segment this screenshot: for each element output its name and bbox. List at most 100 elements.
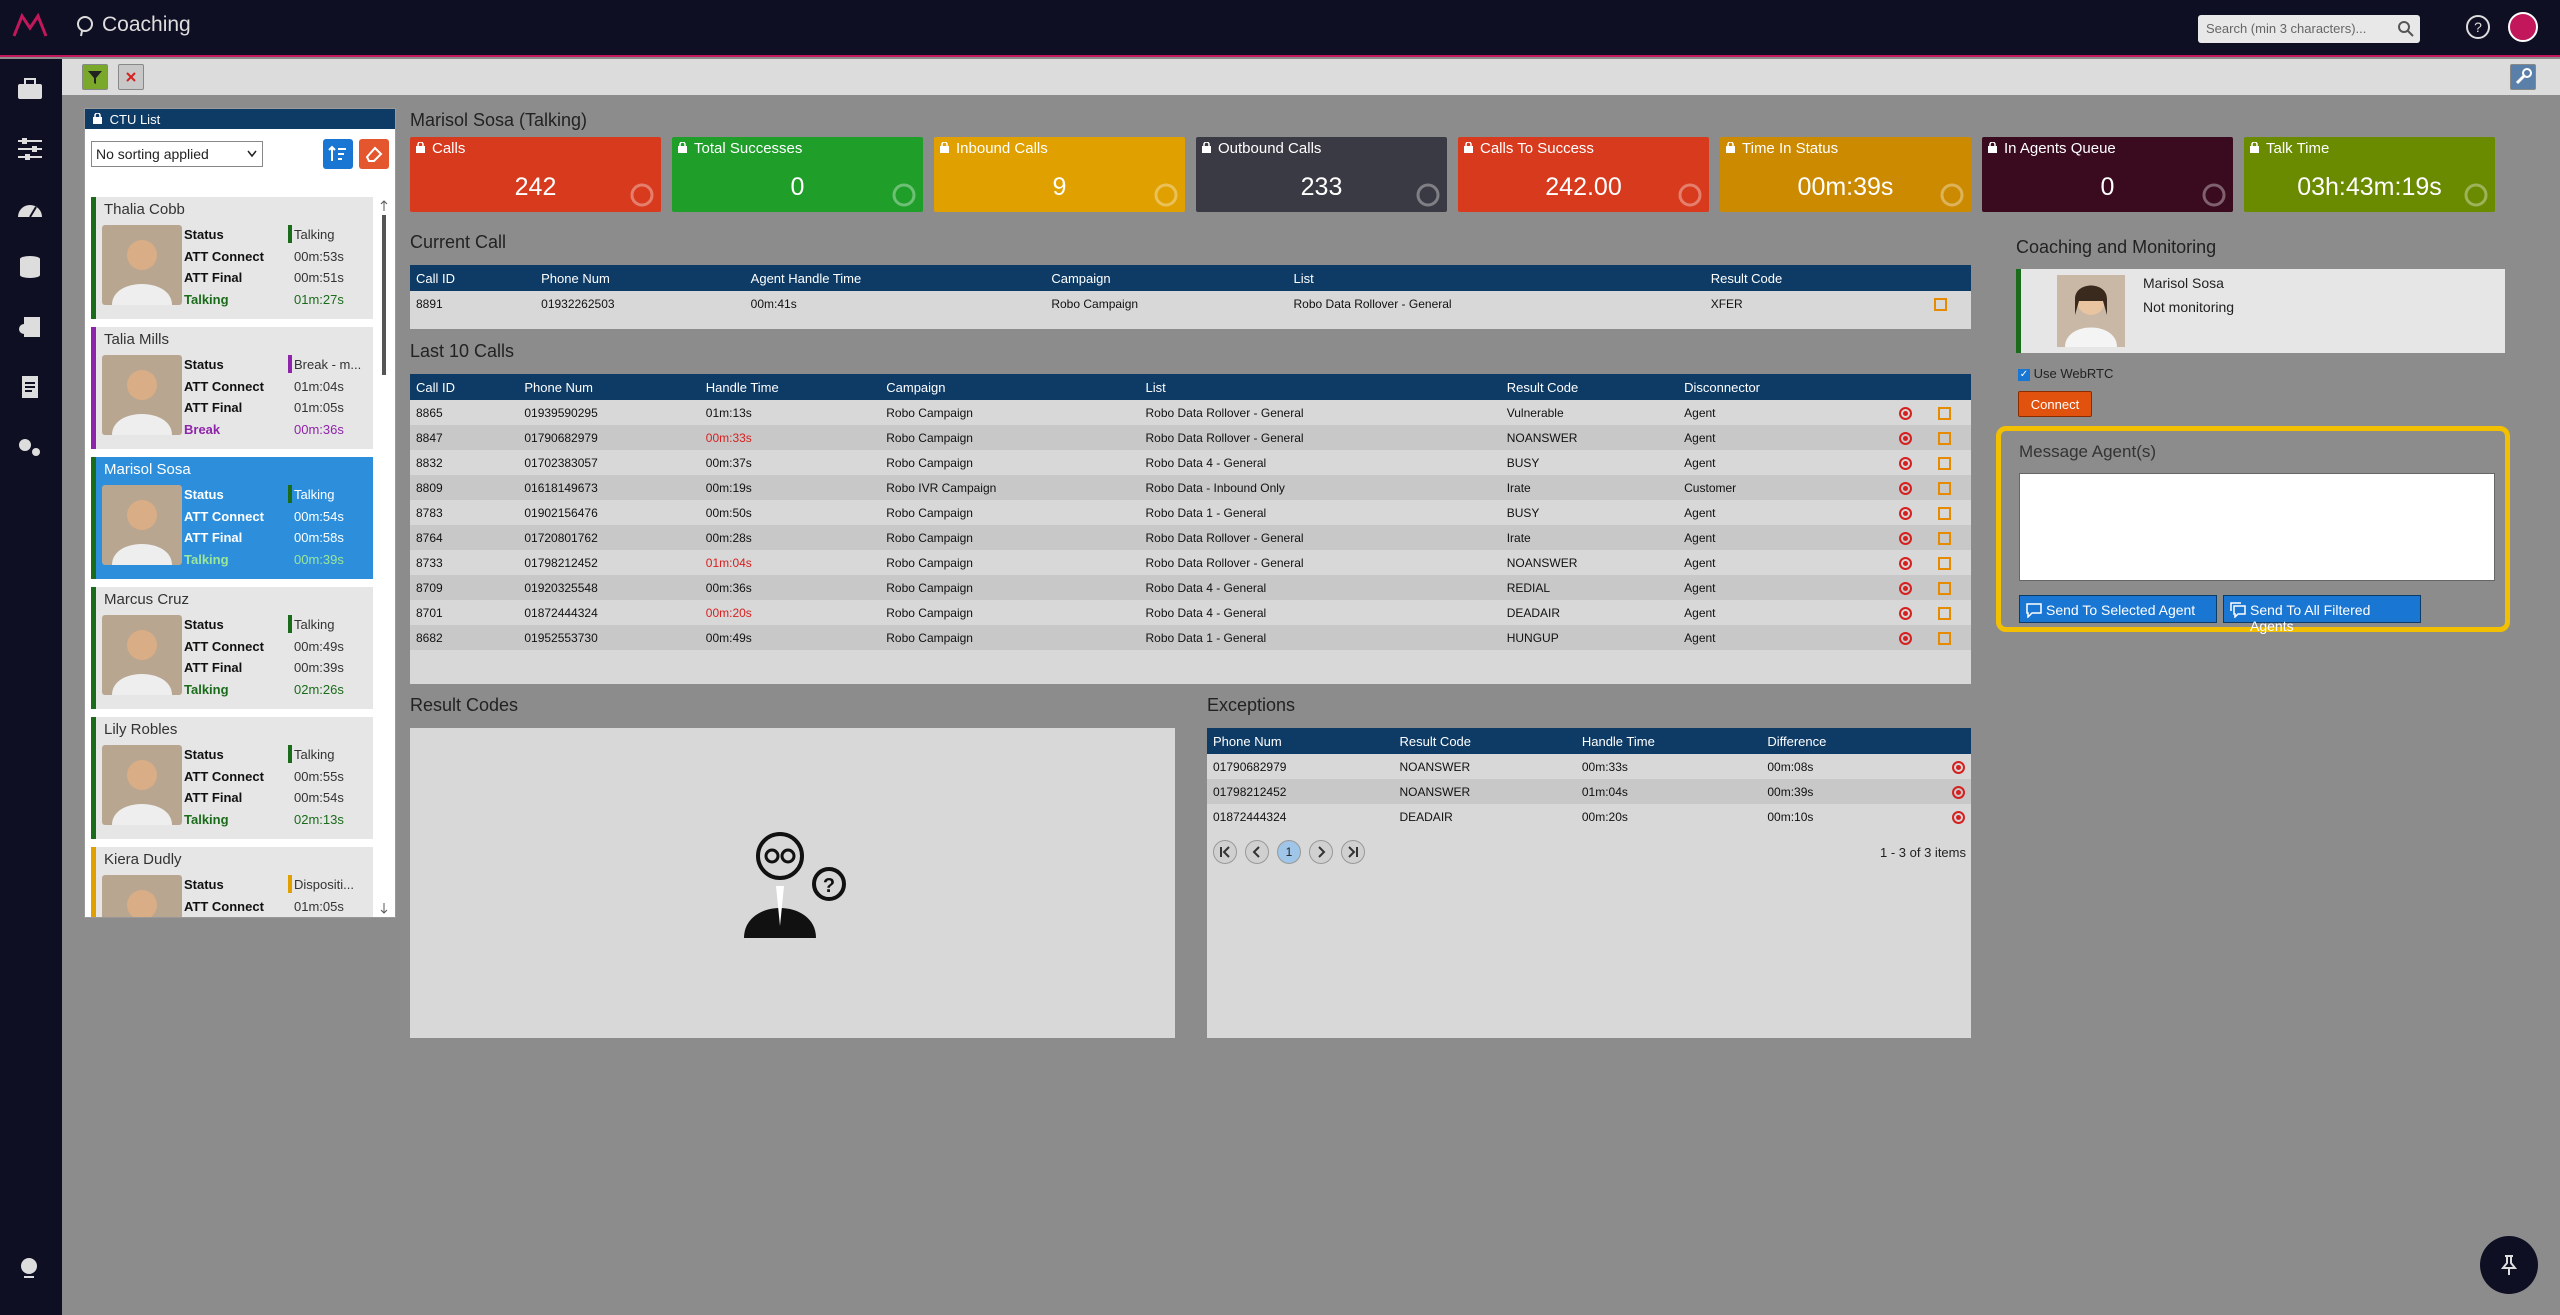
agent-card[interactable]: Talia Mills Status Break - m... ATT Conn… xyxy=(91,327,373,449)
edit-icon[interactable] xyxy=(1937,481,1951,495)
filter-button[interactable] xyxy=(82,64,108,90)
agent-card[interactable]: Thalia Cobb Status Talking ATT Connect 0… xyxy=(91,197,373,319)
column-header[interactable]: Result Code xyxy=(1704,265,1910,291)
column-header[interactable]: Phone Num xyxy=(535,265,745,291)
column-header[interactable]: Difference xyxy=(1761,728,1917,754)
sort-select[interactable]: No sorting applied xyxy=(91,141,263,167)
play-recording-icon[interactable] xyxy=(1898,481,1912,495)
table-row[interactable]: 8891 01932262503 00m:41s Robo Campaign Robo … xyxy=(410,291,1971,316)
table-row[interactable]: 8832 01702383057 00m:37s Robo Campaign Robo … xyxy=(410,450,1971,475)
edit-icon[interactable] xyxy=(1937,531,1951,545)
play-recording-icon[interactable] xyxy=(1898,456,1912,470)
table-row[interactable]: 8783 01902156476 00m:50s Robo Campaign Robo … xyxy=(410,500,1971,525)
play-recording-icon[interactable] xyxy=(1952,785,1965,799)
column-header[interactable]: Agent Handle Time xyxy=(744,265,1046,291)
brand-logo[interactable] xyxy=(12,12,48,40)
agent-card[interactable]: Kiera Dudly Status Dispositi... ATT Conn… xyxy=(91,847,373,917)
column-header[interactable]: Phone Num xyxy=(1207,728,1394,754)
coaching-nav-icon[interactable] xyxy=(16,315,44,339)
table-row[interactable]: 8709 01920325548 00m:36s Robo Campaign Robo … xyxy=(410,575,1971,600)
table-row[interactable]: 8701 01872444324 00m:20s Robo Campaign Robo … xyxy=(410,600,1971,625)
play-recording-icon[interactable] xyxy=(1952,810,1965,824)
help-icon[interactable]: ? xyxy=(2465,14,2491,40)
edit-icon[interactable] xyxy=(1937,556,1951,570)
play-recording-icon[interactable] xyxy=(1898,631,1912,645)
column-header[interactable]: Result Code xyxy=(1393,728,1576,754)
user-avatar[interactable] xyxy=(2508,12,2538,42)
page-number-button[interactable]: 1 xyxy=(1277,840,1301,864)
message-textarea[interactable] xyxy=(2019,473,2495,581)
scrollbar[interactable] xyxy=(377,197,391,917)
column-header[interactable]: Campaign xyxy=(880,374,1140,400)
prev-page-button[interactable] xyxy=(1245,840,1269,864)
column-header[interactable]: Disconnector xyxy=(1678,374,1865,400)
table-cell xyxy=(1864,525,1918,550)
table-row[interactable]: 8682 01952553730 00m:49s Robo Campaign Robo … xyxy=(410,625,1971,650)
send-selected-button[interactable]: Send To Selected Agent xyxy=(2019,595,2217,623)
edit-icon[interactable] xyxy=(1937,456,1951,470)
globe-user-icon[interactable] xyxy=(16,1255,44,1279)
webrtc-checkbox[interactable]: ✓ xyxy=(2018,368,2030,381)
next-page-button[interactable] xyxy=(1309,840,1333,864)
table-row[interactable]: 8847 01790682979 00m:33s Robo Campaign Robo … xyxy=(410,425,1971,450)
edit-icon[interactable] xyxy=(1937,406,1951,420)
status-label: Status xyxy=(184,747,224,762)
column-header[interactable]: Campaign xyxy=(1045,265,1288,291)
table-cell xyxy=(1916,754,1971,779)
column-header[interactable]: Phone Num xyxy=(518,374,700,400)
column-header[interactable]: Handle Time xyxy=(699,374,881,400)
pin-button[interactable] xyxy=(2480,1236,2538,1294)
table-row[interactable]: 01790682979 NOANSWER 00m:33s 00m:08s xyxy=(1207,754,1971,779)
database-icon[interactable] xyxy=(16,255,44,279)
edit-icon[interactable] xyxy=(1937,631,1951,645)
edit-icon[interactable] xyxy=(1937,581,1951,595)
play-recording-icon[interactable] xyxy=(1898,556,1912,570)
table-cell: BUSY xyxy=(1506,455,1540,470)
last-page-button[interactable] xyxy=(1341,840,1365,864)
table-row[interactable]: 8733 01798212452 01m:04s Robo Campaign Robo … xyxy=(410,550,1971,575)
sort-order-button[interactable] xyxy=(323,139,353,169)
dashboard-icon[interactable] xyxy=(16,197,44,221)
column-header[interactable]: Call ID xyxy=(410,265,536,291)
edit-icon[interactable] xyxy=(1937,431,1951,445)
sliders-icon[interactable] xyxy=(16,137,44,161)
column-header[interactable]: Call ID xyxy=(410,374,519,400)
edit-icon[interactable] xyxy=(1933,297,1947,311)
play-recording-icon[interactable] xyxy=(1898,581,1912,595)
table-row[interactable]: 8865 01939590295 01m:13s Robo Campaign Robo … xyxy=(410,400,1971,425)
agent-card[interactable]: Lily Robles Status Talking ATT Connect 0… xyxy=(91,717,373,839)
settings-icon[interactable] xyxy=(16,435,44,459)
play-recording-icon[interactable] xyxy=(1898,406,1912,420)
table-row[interactable]: 01872444324 DEADAIR 00m:20s 00m:10s xyxy=(1207,804,1971,829)
play-recording-icon[interactable] xyxy=(1898,531,1912,545)
column-header[interactable]: Result Code xyxy=(1500,374,1679,400)
clear-filter-button[interactable] xyxy=(118,64,144,90)
column-header[interactable]: List xyxy=(1139,374,1501,400)
column-header[interactable]: Handle Time xyxy=(1575,728,1762,754)
play-recording-icon[interactable] xyxy=(1898,506,1912,520)
table-row[interactable]: 8764 01720801762 00m:28s Robo Campaign Robo … xyxy=(410,525,1971,550)
briefcase-icon[interactable] xyxy=(16,77,44,101)
clear-sort-button[interactable] xyxy=(359,139,389,169)
tools-button[interactable] xyxy=(2510,64,2536,90)
search-icon[interactable] xyxy=(2398,21,2414,37)
agent-card[interactable]: Marisol Sosa Status Talking ATT Connect … xyxy=(91,457,373,579)
report-icon[interactable] xyxy=(16,375,44,399)
send-all-button[interactable]: Send To All Filtered Agents xyxy=(2223,595,2421,634)
first-page-button[interactable] xyxy=(1213,840,1237,864)
table-cell: 00m:20s xyxy=(705,605,752,620)
search-input[interactable]: Search (min 3 characters)... xyxy=(2198,15,2420,43)
play-recording-icon[interactable] xyxy=(1952,760,1965,774)
table-row[interactable]: 8809 01618149673 00m:19s Robo IVR Campaign R… xyxy=(410,475,1971,500)
play-recording-icon[interactable] xyxy=(1898,606,1912,620)
agent-card[interactable]: Marcus Cruz Status Talking ATT Connect 0… xyxy=(91,587,373,709)
coaching-title: Coaching and Monitoring xyxy=(2016,237,2217,257)
edit-icon[interactable] xyxy=(1937,606,1951,620)
lock-icon xyxy=(1988,142,1997,153)
edit-icon[interactable] xyxy=(1937,506,1951,520)
agent-photo xyxy=(102,875,182,917)
table-row[interactable]: 01798212452 NOANSWER 01m:04s 00m:39s xyxy=(1207,779,1971,804)
play-recording-icon[interactable] xyxy=(1898,431,1912,445)
column-header[interactable]: List xyxy=(1287,265,1705,291)
connect-button[interactable]: Connect xyxy=(2018,391,2092,417)
